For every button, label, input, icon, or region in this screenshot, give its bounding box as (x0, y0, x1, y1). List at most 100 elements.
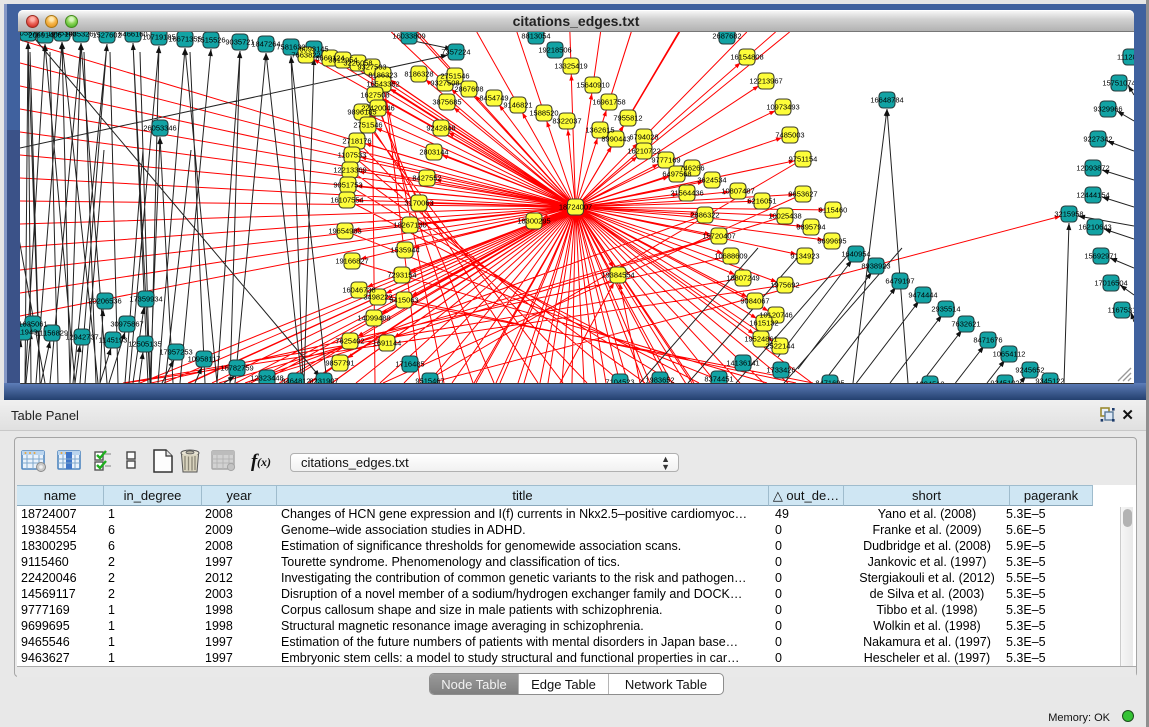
svg-text:10025438: 10025438 (768, 212, 801, 221)
svg-text:16154808: 16154808 (730, 53, 763, 62)
svg-text:10973493: 10973493 (766, 103, 799, 112)
svg-text:16782759: 16782759 (220, 364, 253, 373)
svg-text:9134923: 9134923 (790, 252, 819, 261)
svg-text:15640910: 15640910 (576, 81, 609, 90)
svg-text:9245102: 9245102 (990, 379, 1019, 384)
svg-text:8186328: 8186328 (404, 70, 433, 79)
svg-text:6497568: 6497568 (662, 170, 691, 179)
svg-text:8231907: 8231907 (309, 377, 338, 384)
svg-text:1094512: 1094512 (915, 380, 944, 384)
svg-text:3498222: 3498222 (363, 293, 392, 302)
svg-text:15751074: 15751074 (1102, 79, 1134, 88)
svg-text:2886322: 2886322 (690, 211, 719, 220)
svg-text:2935514: 2935514 (931, 305, 960, 314)
svg-text:1535944: 1535944 (390, 246, 419, 255)
svg-text:1145193: 1145193 (99, 336, 128, 345)
svg-text:12444154: 12444154 (1076, 191, 1109, 200)
svg-text:18724007: 18724007 (559, 203, 592, 212)
svg-text:7632621: 7632621 (951, 320, 980, 329)
svg-text:1527602: 1527602 (92, 32, 121, 40)
svg-text:9474444: 9474444 (908, 291, 937, 300)
svg-text:10958117: 10958117 (188, 355, 221, 364)
svg-text:16033809: 16033809 (392, 32, 425, 41)
svg-text:12213369: 12213369 (333, 166, 366, 175)
svg-text:2867608: 2867608 (454, 85, 483, 94)
svg-text:9777169: 9777169 (651, 156, 680, 165)
svg-text:12213967: 12213967 (749, 77, 782, 86)
svg-text:6216051: 6216051 (747, 197, 776, 206)
svg-text:9415063: 9415063 (389, 296, 418, 305)
svg-text:9751154: 9751154 (789, 155, 818, 164)
svg-text:3911943: 3911943 (20, 328, 37, 337)
svg-text:18267130: 18267130 (393, 221, 426, 230)
svg-text:1983652: 1983652 (645, 376, 674, 384)
svg-text:12942737: 12942737 (65, 333, 98, 342)
svg-text:7104523: 7104523 (605, 378, 634, 384)
svg-text:8471676: 8471676 (973, 336, 1002, 345)
svg-text:20206536: 20206536 (88, 297, 121, 306)
svg-text:9653627: 9653627 (788, 190, 817, 199)
svg-text:7625402: 7625402 (335, 337, 364, 346)
svg-text:(x): (x) (257, 455, 271, 469)
svg-text:21564436: 21564436 (670, 189, 703, 198)
svg-text:1167531: 1167531 (1108, 306, 1134, 315)
svg-text:26053346: 26053346 (143, 124, 176, 133)
svg-text:8990443: 8990443 (601, 135, 630, 144)
svg-text:2751546: 2751546 (353, 121, 382, 130)
svg-text:3215958: 3215958 (1054, 210, 1083, 219)
svg-text:17359934: 17359934 (129, 295, 162, 304)
svg-text:9896185: 9896185 (347, 108, 376, 117)
svg-text:18300295: 18300295 (517, 217, 550, 226)
svg-text:12093872: 12093872 (1076, 164, 1109, 173)
svg-text:8813054: 8813054 (521, 32, 550, 41)
svg-text:15692971: 15692971 (1084, 252, 1117, 261)
svg-text:9242848: 9242848 (426, 124, 455, 133)
svg-text:2751546: 2751546 (440, 72, 469, 81)
svg-text:19384554: 19384554 (601, 271, 634, 280)
svg-text:9146821: 9146821 (503, 101, 532, 110)
svg-text:10688609: 10688609 (714, 252, 747, 261)
svg-text:12323448: 12323448 (250, 374, 283, 383)
svg-text:1640954: 1640954 (841, 250, 870, 259)
svg-text:3624534: 3624534 (697, 176, 726, 185)
svg-text:7515526: 7515526 (196, 36, 225, 45)
svg-text:1112843: 1112843 (1117, 53, 1134, 62)
svg-text:19654983: 19654983 (328, 227, 361, 236)
svg-text:6479197: 6479197 (885, 277, 914, 286)
svg-text:9115460: 9115460 (819, 206, 848, 215)
svg-text:1975692: 1975692 (770, 281, 799, 290)
svg-text:10807487: 10807487 (721, 187, 754, 196)
svg-text:1362615: 1362615 (585, 126, 614, 135)
svg-text:9699695: 9699695 (817, 237, 846, 246)
svg-text:7357224: 7357224 (441, 48, 470, 57)
svg-text:8322037: 8322037 (552, 117, 581, 126)
svg-text:9051753: 9051753 (333, 181, 362, 190)
svg-text:7293154: 7293154 (387, 271, 416, 280)
svg-text:9245652: 9245652 (1015, 366, 1044, 375)
svg-text:3170063: 3170063 (404, 199, 433, 208)
svg-text:14099489: 14099489 (357, 314, 390, 323)
svg-text:15720407: 15720407 (702, 232, 735, 241)
svg-text:16648784: 16648784 (870, 96, 903, 105)
svg-text:9345122: 9345122 (1035, 377, 1064, 384)
svg-text:9895794: 9895794 (796, 223, 825, 232)
svg-text:1733426: 1733426 (766, 366, 795, 375)
svg-text:2687682: 2687682 (712, 32, 741, 41)
svg-text:14136141: 14136141 (726, 359, 759, 368)
svg-text:7485003: 7485003 (775, 131, 804, 140)
svg-text:18807249: 18807249 (726, 274, 759, 283)
svg-text:13325419: 13325419 (554, 62, 587, 71)
svg-text:8186323: 8186323 (368, 71, 397, 80)
svg-text:8427552: 8427552 (412, 174, 441, 183)
svg-text:30975867: 30975867 (110, 320, 143, 329)
svg-text:9464812: 9464812 (281, 377, 310, 384)
svg-text:16961758: 16961758 (592, 98, 625, 107)
svg-text:16210643: 16210643 (1078, 223, 1111, 232)
svg-text:8938923: 8938923 (861, 262, 890, 271)
svg-text:2522144: 2522144 (765, 342, 794, 351)
svg-text:1691144: 1691144 (373, 339, 402, 348)
svg-text:9035721: 9035721 (225, 38, 254, 47)
svg-text:1627508: 1627508 (360, 91, 389, 100)
svg-text:1716485: 1716485 (395, 360, 424, 369)
svg-text:16543362: 16543362 (366, 80, 399, 89)
